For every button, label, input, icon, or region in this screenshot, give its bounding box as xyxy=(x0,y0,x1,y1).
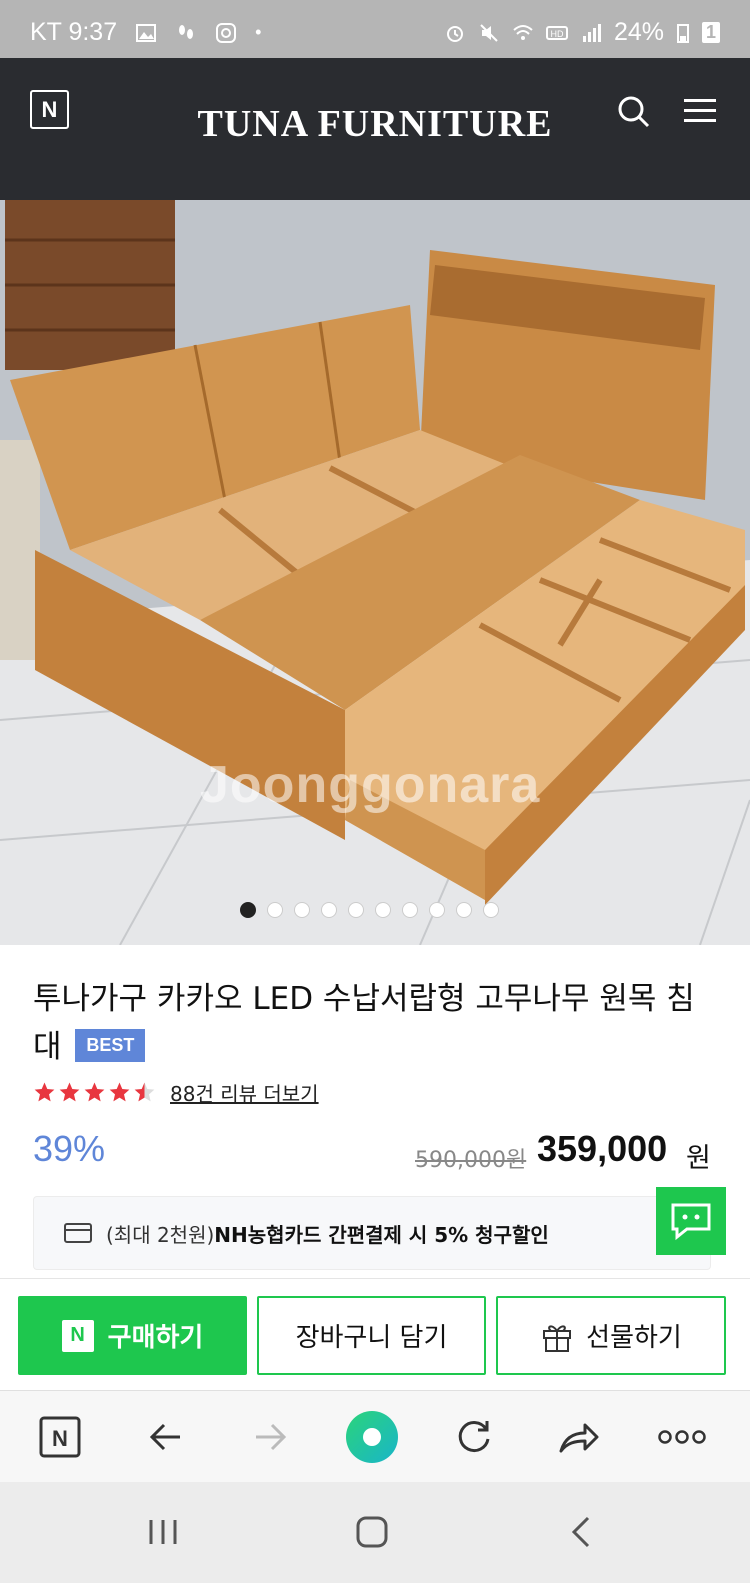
naver-pay-n-icon: N xyxy=(61,1319,94,1352)
green-dot-icon xyxy=(346,1411,398,1463)
gift-button[interactable]: 선물하기 xyxy=(496,1296,726,1375)
carousel-dot[interactable] xyxy=(375,902,391,918)
browser-refresh-button[interactable] xyxy=(452,1415,496,1459)
instagram-icon xyxy=(216,22,237,43)
carousel-dot[interactable] xyxy=(321,902,337,918)
browser-more-button[interactable] xyxy=(658,1415,706,1459)
discount-rate: 39% xyxy=(33,1128,106,1169)
chat-bubble-icon xyxy=(671,1203,711,1241)
notification-dot-icon: • xyxy=(255,22,262,42)
recents-icon[interactable] xyxy=(141,1510,185,1554)
carousel-dot[interactable] xyxy=(267,902,283,918)
carousel-dot[interactable] xyxy=(483,902,499,918)
add-to-cart-label: 장바구니 담기 xyxy=(295,1323,448,1353)
browser-share-button[interactable] xyxy=(556,1415,600,1459)
wifi-icon xyxy=(513,24,533,40)
gift-label: 선물하기 xyxy=(586,1323,682,1353)
star-icon xyxy=(109,1082,130,1102)
search-icon[interactable] xyxy=(614,92,654,132)
carrier-time: KT 9:37 xyxy=(30,18,118,46)
product-title: 투나가구 카카오 LED 수납서랍형 고무나무 원목 침대 BEST xyxy=(33,975,723,1071)
credit-card-icon xyxy=(64,1223,92,1243)
card-banner-highlight: NH농협카드 간편결제 시 5% 청구할인 xyxy=(214,1222,549,1247)
carousel-dot[interactable] xyxy=(294,902,310,918)
original-price: 590,000원 xyxy=(415,1148,527,1173)
star-icon xyxy=(84,1082,105,1102)
sim-slot-badge: 1 xyxy=(701,22,720,43)
forward-icon xyxy=(256,1423,287,1451)
system-navigation-bar xyxy=(0,1482,750,1583)
browser-back-button[interactable] xyxy=(144,1415,188,1459)
hamburger-menu-icon[interactable] xyxy=(684,96,716,124)
alarm-icon xyxy=(446,25,463,42)
status-right: HD 24% 1 xyxy=(444,18,720,47)
rating-row: 88건 리뷰 더보기 xyxy=(33,1078,319,1107)
back-icon[interactable] xyxy=(560,1510,604,1554)
carousel-dot[interactable] xyxy=(348,902,364,918)
carousel-dot[interactable] xyxy=(240,902,256,918)
browser-toolbar: N xyxy=(0,1390,750,1482)
card-banner-text: (최대 2천원)NH농협카드 간편결제 시 5% 청구할인 xyxy=(106,1219,549,1248)
carousel-dot[interactable] xyxy=(429,902,445,918)
watermark-text: Joonggonara xyxy=(200,756,541,814)
refresh-icon xyxy=(458,1421,490,1453)
back-icon xyxy=(149,1423,180,1451)
carousel-dot[interactable] xyxy=(402,902,418,918)
star-icon xyxy=(34,1082,55,1102)
best-badge: BEST xyxy=(75,1029,146,1062)
purchase-action-bar: N 구매하기 장바구니 담기 선물하기 xyxy=(0,1278,750,1390)
footsteps-icon xyxy=(179,24,194,39)
green-dot-button[interactable] xyxy=(344,1409,400,1465)
talk-chat-button[interactable] xyxy=(656,1187,726,1255)
svg-text:N: N xyxy=(52,1426,68,1451)
share-icon xyxy=(559,1423,599,1453)
status-bar: KT 9:37 • HD 24% 1 xyxy=(0,0,750,58)
add-to-cart-button[interactable]: 장바구니 담기 xyxy=(257,1296,486,1375)
gallery-icon xyxy=(136,23,157,42)
product-photo xyxy=(0,200,750,945)
browser-home-button[interactable]: N xyxy=(38,1415,82,1459)
battery-text: 24% xyxy=(613,18,664,46)
battery-icon xyxy=(676,23,689,43)
star-icon xyxy=(134,1082,155,1102)
rating-stars xyxy=(33,1081,156,1104)
home-icon[interactable] xyxy=(350,1510,394,1554)
mute-icon xyxy=(480,23,498,42)
buy-now-button[interactable]: N 구매하기 xyxy=(18,1296,247,1375)
svg-text:HD: HD xyxy=(550,29,563,39)
gift-icon xyxy=(543,1324,572,1352)
browser-forward-button[interactable] xyxy=(248,1415,292,1459)
carousel-dot[interactable] xyxy=(456,902,472,918)
buy-now-label: 구매하기 xyxy=(107,1323,204,1353)
star-icon xyxy=(59,1082,80,1102)
sale-price: 359,000 xyxy=(537,1128,668,1169)
currency-unit: 원 xyxy=(686,1143,711,1174)
site-header: N TUNA FURNITURE xyxy=(0,58,750,200)
card-discount-banner[interactable]: (최대 2천원)NH농협카드 간편결제 시 5% 청구할인 xyxy=(33,1196,711,1270)
signal-icon xyxy=(582,23,601,42)
carousel-dots[interactable] xyxy=(240,902,499,918)
hd-icon: HD xyxy=(545,25,568,40)
product-image-carousel[interactable]: Joonggonara xyxy=(0,200,750,945)
status-left: KT 9:37 • xyxy=(30,18,261,47)
home-icon: N xyxy=(39,1416,81,1458)
review-link[interactable]: 88건 리뷰 더보기 xyxy=(170,1078,319,1107)
card-banner-prefix: (최대 2천원) xyxy=(106,1222,215,1247)
more-icon xyxy=(658,1430,706,1444)
